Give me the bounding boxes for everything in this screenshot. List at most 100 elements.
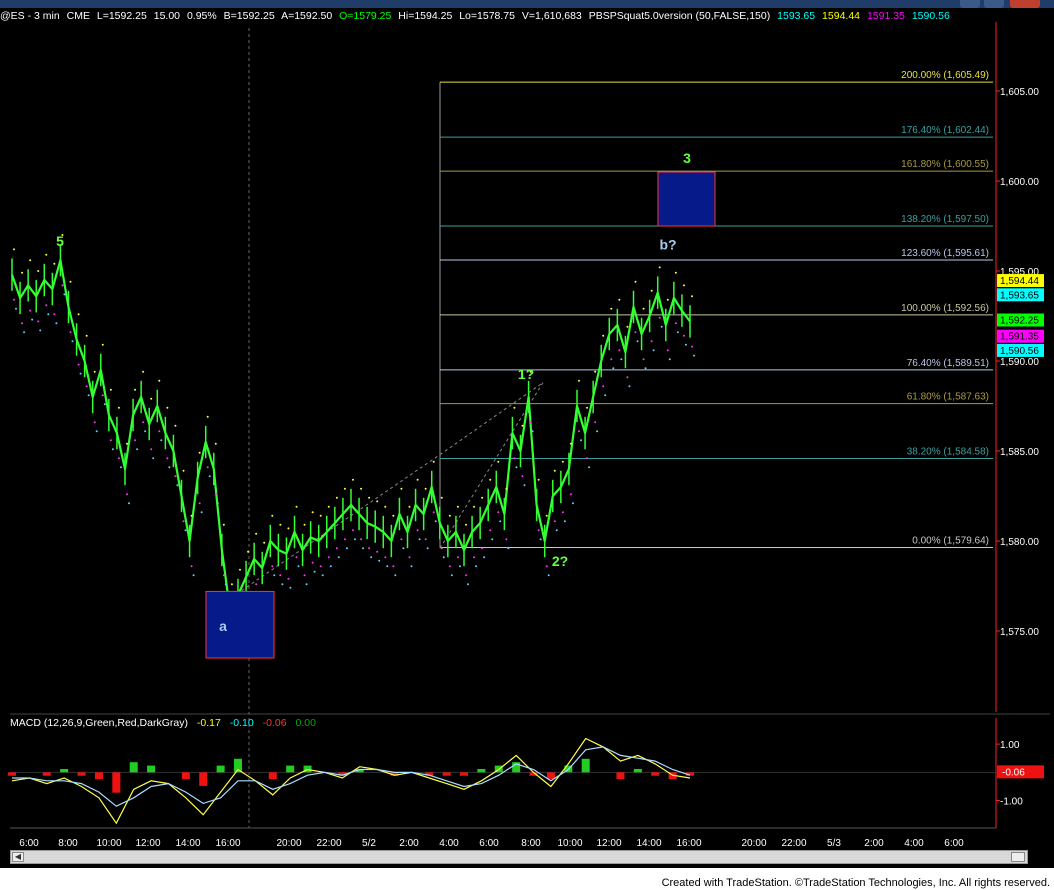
band-dot-lower-2	[402, 547, 405, 550]
band-dot-upper	[343, 487, 346, 490]
band-dot-lower-2	[491, 538, 494, 541]
band-dot-lower	[642, 358, 645, 361]
macd-histogram-bar	[268, 772, 277, 780]
band-dot-upper	[29, 259, 32, 262]
macd-histogram-bar	[60, 768, 69, 773]
macd-histogram-bar	[42, 772, 51, 776]
y-tick-label: 1,580.00	[1000, 537, 1039, 548]
band-dot-upper	[440, 496, 443, 499]
band-dot-lower-2	[596, 430, 599, 433]
y-tick-label: 1,605.00	[1000, 87, 1039, 98]
band-dot-lower	[650, 340, 653, 343]
band-dot-upper	[578, 379, 580, 382]
macd-tick-label: 1.00	[1000, 740, 1020, 751]
band-dot-upper	[368, 496, 371, 499]
band-dot-upper	[360, 487, 363, 490]
band-dot-upper	[658, 266, 661, 269]
band-dot-lower	[400, 538, 403, 541]
symbol-label[interactable]: @ES - 3 min	[0, 10, 60, 22]
x-tick-label: 8:00	[521, 838, 541, 849]
band-dot-lower-2	[216, 502, 219, 505]
fib-label: 76.40% (1,589.51)	[907, 358, 989, 369]
band-dot-upper	[239, 568, 241, 571]
band-dot-lower	[142, 421, 145, 424]
scroll-left-icon[interactable]: ◀	[12, 852, 24, 862]
band-dot-lower	[134, 439, 137, 442]
macd-histogram-bar	[112, 772, 121, 793]
band-dot-upper	[222, 523, 225, 526]
wave-1-label: 1?	[518, 366, 534, 382]
band-dot-lower	[505, 538, 508, 541]
band-dot-lower	[529, 421, 532, 424]
x-tick-label: 14:00	[636, 838, 661, 849]
band-dot-lower	[481, 547, 484, 550]
band-dot-lower-2	[200, 511, 203, 514]
volume: V=1,610,683	[521, 10, 582, 22]
wave-labels: 5 a 1? 2? 3 b?	[56, 150, 691, 634]
price-tag: 1,593.65	[997, 288, 1044, 302]
band-dot-upper	[182, 469, 185, 472]
macd-label[interactable]: MACD (12,26,9,Green,Red,DarkGray)	[10, 717, 188, 729]
macd-histogram-bar	[460, 772, 468, 776]
pct-change: 0.95%	[186, 10, 217, 22]
band-dot-upper	[230, 583, 233, 586]
band-dot-lower	[408, 556, 411, 559]
band-dot-lower-2	[354, 538, 356, 541]
band-dot-upper	[497, 460, 500, 463]
band-dot-lower-2	[128, 502, 130, 505]
band-dot-lower-2	[644, 367, 647, 370]
band-dot-lower	[182, 520, 185, 523]
band-dot-lower-2	[547, 574, 550, 577]
band-dot-lower	[569, 493, 572, 496]
band-dot-lower	[287, 577, 290, 580]
band-dot-lower	[101, 394, 104, 397]
band-dot-lower-2	[87, 394, 90, 397]
band-dot-upper	[303, 523, 306, 526]
band-dot-lower	[53, 313, 56, 316]
band-dot-lower-2	[281, 583, 284, 586]
band-dot-lower-2	[23, 331, 26, 334]
band-dot-lower-2	[321, 574, 324, 577]
footer-bar: Created with TradeStation. ©TradeStation…	[0, 868, 1054, 890]
band-dot-lower-2	[660, 325, 663, 328]
wave-a-target-box	[205, 590, 275, 659]
horizontal-scrollbar[interactable]: ◀	[10, 850, 1028, 864]
fib-label: 100.00% (1,592.56)	[901, 303, 989, 314]
scroll-thumb[interactable]	[1011, 852, 1025, 862]
band-dot-lower	[311, 561, 314, 564]
band-dot-lower-2	[676, 331, 679, 334]
band-dot-lower	[214, 493, 217, 496]
indicator-name[interactable]: PBSPSquat5.0version (50,FALSE,150)	[589, 10, 771, 22]
x-tick-label: 8:00	[58, 838, 78, 849]
band-dot-upper	[69, 280, 72, 283]
band-dot-upper	[561, 460, 564, 463]
band-dot-upper	[666, 298, 669, 301]
band-dot-lower	[586, 457, 589, 460]
band-dot-lower-2	[450, 574, 453, 577]
band-dot-lower-2	[47, 313, 50, 316]
band-dot-upper	[634, 280, 637, 283]
band-dot-upper	[650, 289, 653, 292]
band-dot-upper	[618, 298, 621, 301]
band-dot-upper	[21, 271, 24, 274]
band-dot-upper	[142, 370, 145, 373]
band-dot-lower-2	[55, 322, 58, 325]
indicator-value-3: 1591.35	[866, 10, 905, 22]
open-price: O=1579.25	[339, 10, 392, 22]
band-dot-lower-2	[693, 354, 695, 357]
band-dot-lower-2	[434, 520, 437, 523]
band-dot-lower-2	[273, 574, 276, 577]
band-dot-lower	[352, 529, 354, 532]
exchange-label: CME	[66, 10, 90, 22]
x-tick-label: 22:00	[316, 838, 341, 849]
macd-histogram-bar	[199, 772, 208, 786]
macd-histogram-bar	[77, 772, 86, 776]
fib-label: 161.80% (1,600.55)	[901, 159, 989, 170]
y-tick-label: 1,590.00	[1000, 357, 1039, 368]
x-tick-label: 14:00	[175, 838, 200, 849]
price-tag-label: 1,590.56	[1000, 346, 1039, 357]
band-dot-upper	[481, 496, 484, 499]
band-dot-upper	[134, 388, 137, 391]
indicator-value-1: 1593.65	[777, 10, 816, 22]
time-axis: 6:00 8:00 10:00 12:00 14:00 16:00 20:00 22:00 5/…	[19, 838, 964, 849]
